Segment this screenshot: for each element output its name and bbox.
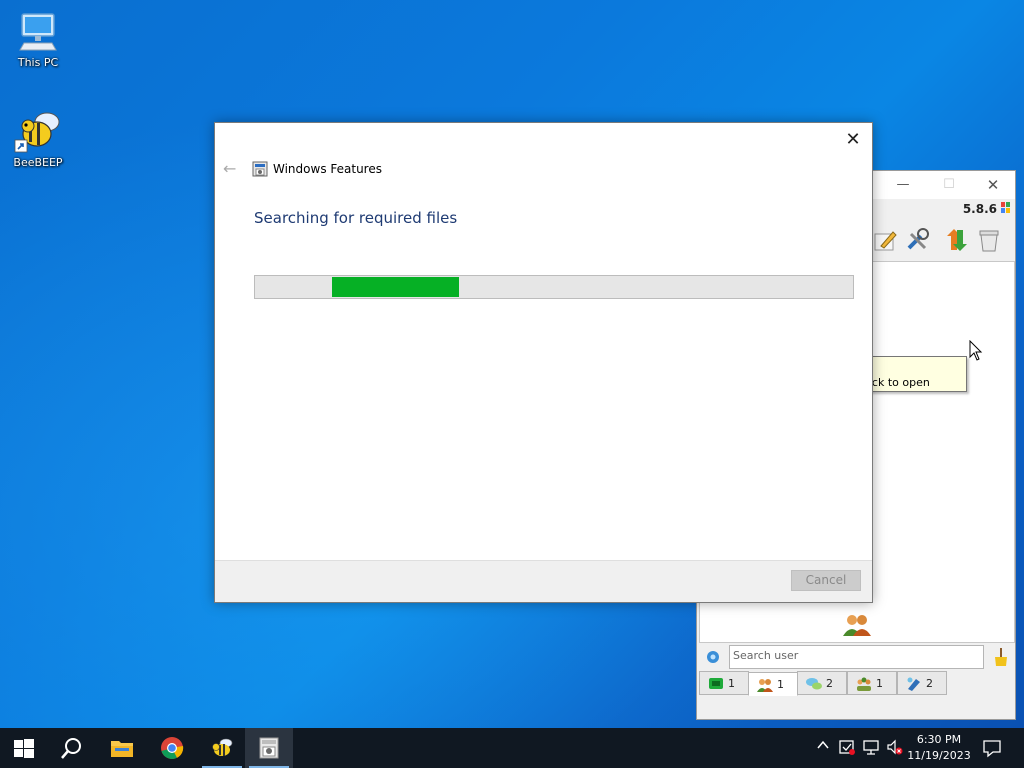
tools-icon[interactable] [903, 226, 931, 254]
tab-share[interactable]: 2 [897, 671, 947, 695]
back-arrow-icon[interactable]: ← [223, 161, 241, 177]
windows-features-icon [252, 161, 268, 177]
chats-icon [806, 678, 822, 690]
windows-features-dialog: ✕ ← Windows Features Searching for requi… [214, 122, 873, 603]
search-button[interactable] [48, 728, 96, 768]
notification-center-icon[interactable] [982, 738, 1002, 758]
tab-count: 2 [826, 677, 833, 690]
minimize-button[interactable]: — [893, 177, 913, 193]
cancel-button[interactable]: Cancel [791, 570, 861, 591]
network-icon[interactable] [862, 738, 880, 758]
version-label: 5.8.6 [962, 202, 997, 216]
desktop-icon-label: BeeBEEP [13, 156, 63, 169]
taskbar: 6:30 PM 11/19/2023 [0, 728, 1024, 768]
tab-chats[interactable]: 2 [797, 671, 847, 695]
beebeep-tab-bar: 1 1 2 1 2 [697, 671, 1015, 697]
desktop-icon-this-pc[interactable]: This PC [2, 10, 74, 69]
trash-icon[interactable] [975, 226, 1003, 254]
chrome-icon [161, 737, 184, 759]
chrome-button[interactable] [148, 728, 196, 768]
dialog-close-button[interactable]: ✕ [842, 129, 864, 151]
tab-count: 2 [926, 677, 933, 690]
clock-date: 11/19/2023 [907, 749, 971, 762]
tab-groups[interactable]: 1 [847, 671, 897, 695]
clock-time: 6:30 PM [916, 733, 962, 746]
desktop-icon-label: This PC [17, 56, 59, 69]
users-icon [757, 679, 773, 692]
users-icon [843, 615, 871, 636]
security-alert-icon[interactable] [838, 738, 856, 758]
start-button[interactable] [0, 728, 48, 768]
close-button[interactable]: ✕ [983, 177, 1003, 193]
mouse-cursor-icon [969, 340, 983, 361]
groups-icon [857, 677, 871, 691]
folder-icon [111, 741, 133, 757]
tab-count: 1 [876, 677, 883, 690]
windows-logo-icon [14, 739, 34, 758]
file-explorer-button[interactable] [98, 728, 146, 768]
computer-icon [19, 13, 57, 51]
edit-icon[interactable] [871, 226, 899, 254]
clear-broom-icon[interactable] [991, 647, 1009, 667]
volume-muted-icon[interactable] [886, 738, 904, 758]
tab-chat[interactable]: 1 [699, 671, 749, 695]
chevron-up-icon[interactable] [814, 738, 832, 758]
beebeep-taskbar-button[interactable] [198, 728, 246, 768]
update-icon[interactable] [943, 226, 971, 254]
maximize-button[interactable]: ☐ [939, 177, 959, 193]
progress-bar [254, 275, 854, 299]
network-gear-icon[interactable] [705, 649, 721, 665]
search-row: Search user [697, 645, 1015, 673]
windows-flag-icon [1001, 202, 1010, 213]
windows-features-taskbar-button[interactable] [245, 728, 293, 768]
search-user-input[interactable]: Search user [729, 645, 984, 669]
tab-users[interactable]: 1 [748, 672, 798, 696]
tab-count: 1 [728, 677, 735, 690]
desktop-icon-beebeep[interactable]: BeeBEEP [2, 108, 74, 169]
search-icon [61, 738, 81, 759]
dialog-heading: Searching for required files [254, 209, 458, 227]
bee-icon [212, 738, 233, 756]
progress-bar-fill [332, 277, 459, 297]
dialog-footer: Cancel [215, 560, 872, 602]
windows-features-icon [259, 737, 279, 759]
tab-count: 1 [777, 678, 784, 691]
bee-icon [14, 112, 60, 153]
chat-green-icon [709, 678, 723, 689]
dialog-title: Windows Features [273, 162, 382, 176]
system-clock[interactable]: 6:30 PM 11/19/2023 [906, 732, 972, 764]
share-icon [907, 677, 920, 691]
